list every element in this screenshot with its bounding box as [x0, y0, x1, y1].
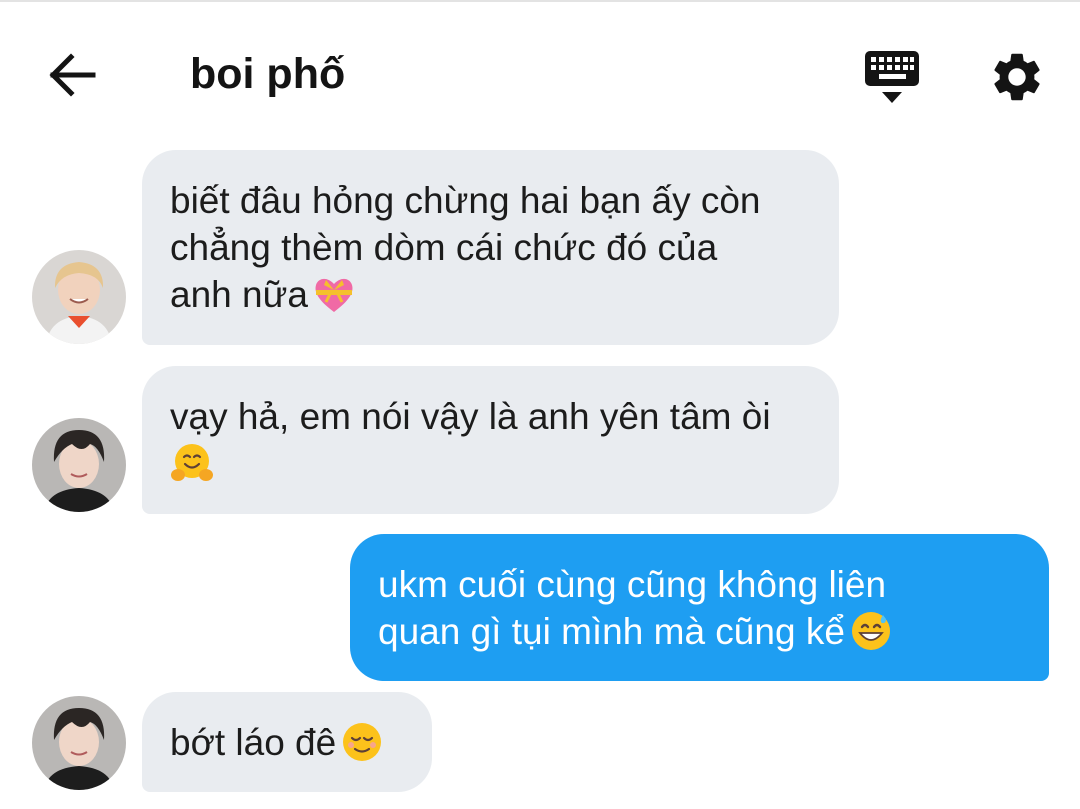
incoming-message-bubble[interactable]: vạy hả, em nói vậy là anh yên tâm òi [142, 366, 839, 514]
incoming-message-bubble[interactable]: bớt láo đê [142, 692, 432, 792]
arrow-left-icon [40, 53, 106, 110]
message-text-row: quan gì tụi mình mà cũng kể [378, 608, 1023, 656]
message-text-line: chẳng thèm dòm cái chức đó của [170, 227, 718, 268]
keyboard-hide-icon [862, 51, 922, 110]
back-button[interactable] [40, 44, 106, 106]
message-text-row: bớt láo đê [170, 719, 406, 767]
relieved-face-icon [340, 720, 384, 764]
message-text-line: bớt láo đê [170, 722, 337, 763]
message-row: biết đâu hỏng chừng hai bạn ấy còn chẳng… [0, 150, 1080, 345]
chat-screen: boi phố biết đâu hỏng chừng hai bạn ấy c… [0, 0, 1080, 809]
grinning-sweat-icon [849, 609, 893, 653]
hugging-face-icon [170, 441, 214, 485]
message-text-line: anh nữa [170, 274, 308, 315]
message-text-line: ukm cuối cùng cũng không liên [378, 564, 887, 605]
message-text-line: vạy hả, em nói vậy là anh yên tâm òi [170, 396, 771, 437]
message-text-line: quan gì tụi mình mà cũng kể [378, 611, 845, 652]
gear-icon [988, 53, 1046, 110]
keyboard-toggle-button[interactable] [862, 48, 922, 106]
message-text-row [170, 440, 813, 488]
conversation-title: boi phố [190, 50, 346, 98]
incoming-message-bubble[interactable]: biết đâu hỏng chừng hai bạn ấy còn chẳng… [142, 150, 839, 345]
settings-button[interactable] [988, 48, 1046, 106]
chat-header: boi phố [0, 0, 1080, 140]
outgoing-message-bubble[interactable]: ukm cuối cùng cũng không liên quan gì tụ… [350, 534, 1049, 681]
heart-with-ribbon-icon [312, 272, 356, 316]
avatar[interactable] [32, 250, 126, 344]
message-text-row: anh nữa [170, 271, 813, 319]
message-row: bớt láo đê [0, 692, 1080, 792]
message-row: ukm cuối cùng cũng không liên quan gì tụ… [0, 534, 1080, 681]
avatar[interactable] [32, 418, 126, 512]
avatar[interactable] [32, 696, 126, 790]
message-text-line: biết đâu hỏng chừng hai bạn ấy còn [170, 180, 761, 221]
message-row: vạy hả, em nói vậy là anh yên tâm òi [0, 366, 1080, 514]
